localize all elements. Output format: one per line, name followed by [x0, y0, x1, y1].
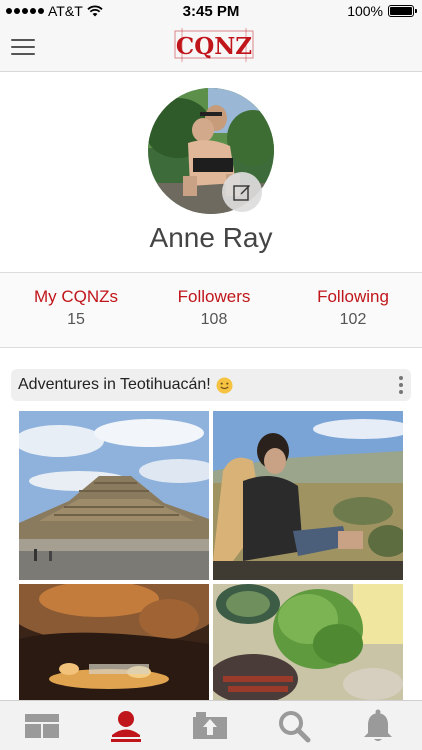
stat-value: 15 — [67, 311, 85, 328]
stat-label: My CQNZs — [33, 287, 119, 306]
profile-icon — [111, 711, 141, 742]
battery-fill — [390, 7, 412, 15]
edit-avatar-button[interactable] — [222, 172, 262, 212]
profile-name: Anne Ray — [149, 222, 273, 253]
status-bar: AT&T 3:45 PM 100% — [0, 0, 422, 24]
tab-feed[interactable] — [20, 708, 64, 744]
smiley-emoji-icon — [216, 376, 233, 394]
bell-icon — [364, 709, 392, 741]
pyramid-photo[interactable] — [19, 411, 209, 580]
post-title: Adventures in Teotihuacán! — [18, 376, 211, 393]
stat-value: 108 — [200, 311, 228, 328]
tab-upload[interactable] — [188, 708, 232, 744]
stat-my-cqnzs[interactable]: My CQNZs 15 — [6, 287, 146, 329]
avatar-wrap — [148, 88, 274, 214]
battery-icon — [388, 5, 417, 17]
battery-percent: 100% — [347, 3, 383, 19]
hamburger-menu-icon[interactable] — [11, 39, 35, 57]
stat-followers[interactable]: Followers 108 — [144, 287, 284, 329]
tab-notifications[interactable] — [356, 708, 400, 744]
stat-label: Following — [317, 287, 389, 306]
profile-stats: My CQNZs 15 Followers 108 Following 102 — [0, 272, 422, 348]
cave-photo[interactable] — [19, 584, 209, 700]
post-header[interactable]: Adventures in Teotihuacán! — [11, 369, 411, 401]
tab-bar — [0, 700, 422, 750]
upload-photo-icon — [193, 712, 227, 739]
stat-label: Followers — [177, 287, 251, 306]
feed-grid-icon — [25, 714, 59, 738]
food-photo[interactable] — [213, 584, 403, 700]
cqnz-logo: CQNZ — [174, 28, 254, 62]
edit-icon — [233, 185, 250, 201]
stat-following[interactable]: Following 102 — [283, 287, 422, 329]
logo-text: CQNZ — [176, 33, 252, 60]
more-vertical-icon[interactable] — [398, 376, 404, 394]
search-icon — [279, 711, 311, 743]
tab-profile[interactable] — [104, 708, 148, 744]
tab-search[interactable] — [272, 708, 316, 744]
nav-bar: CQNZ — [0, 24, 422, 72]
couple-view-photo[interactable] — [213, 411, 403, 580]
status-right: 100% — [347, 3, 417, 19]
stat-value: 102 — [339, 311, 367, 328]
